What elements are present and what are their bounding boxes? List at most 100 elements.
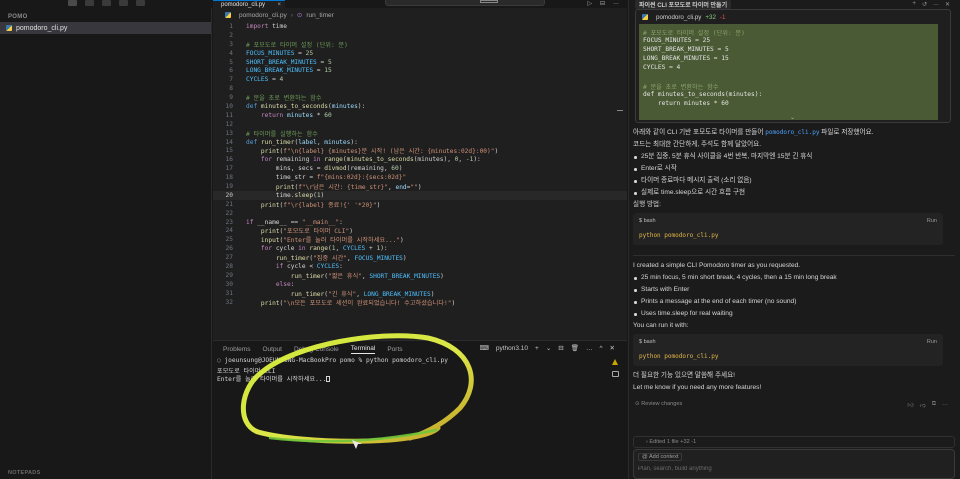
code-line[interactable]: 27 run_timer("집중 시간", FOCUS_MINUTES) (213, 253, 627, 262)
new-chat-icon[interactable]: + (912, 1, 916, 8)
assistant-message-ko: 아래와 같이 CLI 기반 포모도로 타이머를 만들어 pomodoro_cli… (633, 127, 949, 249)
expand-chevron-icon[interactable]: ⌄ (790, 114, 795, 121)
run-button[interactable]: Run (927, 339, 937, 345)
code-line[interactable]: 31 run_timer("긴 휴식", LONG_BREAK_MINUTES) (213, 289, 627, 298)
code-line[interactable]: 17 mins, secs = divmod(remaining, 60) (213, 164, 627, 173)
inline-code[interactable]: pomodoro_cli.py (765, 129, 819, 136)
code-line[interactable]: 15 print(f"\n{label} {minutes}분 시작! (남은 … (213, 146, 627, 155)
code-line[interactable]: 1 import time (213, 22, 627, 31)
code-line[interactable]: 6 LONG_BREAK_MINUTES = 15 (213, 66, 627, 75)
extensions-icon[interactable] (119, 0, 128, 6)
code-line[interactable]: 19 print(f"\r남은 시간: {time_str}", end="") (213, 182, 627, 191)
terminal-side-icons (612, 359, 619, 377)
code-line[interactable]: 16 for remaining in range(minutes_to_sec… (213, 155, 627, 164)
code-line[interactable]: 12 (213, 120, 627, 129)
line-number: 28 (225, 262, 233, 270)
source-control-icon[interactable] (102, 0, 111, 6)
file-item-pomodoro[interactable]: pomodoro_cli.py (0, 22, 211, 34)
code-line[interactable]: 25 input("Enter를 눌러 타이머를 시작하세요...") (213, 235, 627, 244)
folder-header[interactable]: POMO (0, 8, 211, 22)
code-line[interactable]: 13 # 타이머를 실행하는 함수 (213, 129, 627, 138)
code-line[interactable]: 11 return minutes * 60 (213, 111, 627, 120)
code-area[interactable]: 1 import time 2 3 # 포모도로 타이머 설정 (단위: 분) 4 FOCU… (213, 22, 627, 307)
terminal-output[interactable]: ○ joeunsung@JOEUNSUNG-MacBookPro pomo % … (217, 357, 603, 383)
notepads-section[interactable]: NOTEPADS (8, 470, 41, 476)
code-text: print("포모도로 타이머 CLI") (260, 228, 353, 236)
code-line[interactable]: 7 CYCLES = 4 (213, 75, 627, 84)
more-icon[interactable]: … (933, 1, 939, 8)
terminal-text: Enter를 눌러 타이머를 시작하세요... (217, 376, 327, 383)
terminal-icon[interactable] (612, 371, 619, 377)
thumbs-down-icon[interactable]: 👎︎ (920, 401, 926, 409)
code-line[interactable]: 18 time_str = f"{mins:02d}:{secs:02d}" (213, 173, 627, 182)
line-number: 23 (225, 218, 233, 226)
explorer-icon[interactable] (68, 0, 77, 6)
code-diff-card[interactable]: pomodoro_cli.py +32 -1 # 포모도로 타이머 설정 (단위… (635, 9, 951, 123)
thumbs-up-icon[interactable]: 👍︎ (907, 401, 913, 409)
list-item: 타이머 종료마다 메시지 출력 (소리 없음) (633, 175, 949, 187)
terminal-shell-label[interactable]: python3.10 (496, 345, 528, 352)
code-line[interactable]: 23 if __name__ == "__main__": (213, 218, 627, 227)
code-line[interactable]: 9 # 분을 초로 변환하는 함수 (213, 93, 627, 102)
bottom-panel: Problems Output Debug Console Terminal Ports… (213, 340, 627, 479)
code-line[interactable]: 29 run_timer("짧은 휴식", SHORT_BREAK_MINUTE… (213, 271, 627, 280)
tab-pomodoro-cli[interactable]: pomodoro_cli.py × (213, 0, 285, 8)
run-button[interactable]: Run (927, 218, 937, 224)
code-text: time.sleep(1) (246, 191, 325, 199)
code-line[interactable]: 32 print("\n모든 포모도로 세션이 완료되었습니다! 수고하셨습니다… (213, 298, 627, 307)
more-icon[interactable]: … (942, 401, 948, 409)
line-number: 16 (225, 156, 233, 164)
copy-icon[interactable]: ⧉ (932, 401, 936, 409)
maximize-panel-icon[interactable]: ^ (599, 345, 602, 352)
chevron-down-icon[interactable] (136, 0, 145, 6)
code-line[interactable]: 2 (213, 31, 627, 40)
chat-input[interactable] (638, 465, 938, 473)
ai-chat-panel: 파이썬 CLI 포모도로 타이머 만들기 + ↺ … ✕ pomodoro_cl… (628, 0, 960, 479)
search-icon[interactable] (85, 0, 94, 6)
close-icon[interactable]: × (277, 2, 281, 8)
new-terminal-icon[interactable]: + (535, 345, 539, 352)
run-icon[interactable]: ▷ (587, 0, 592, 7)
code-line[interactable]: 22 (213, 209, 627, 218)
chevron-down-icon[interactable]: ⌄ (546, 344, 551, 352)
diff-filename[interactable]: pomodoro_cli.py (656, 14, 701, 21)
add-context-button[interactable]: @ Add context (638, 453, 683, 461)
split-editor-icon[interactable]: ⊟ (600, 0, 605, 7)
tab-ports[interactable]: Ports (387, 346, 402, 353)
code-line[interactable]: 21 print(f"\r{label} 종료!{' '*20}") (213, 200, 627, 209)
code-line[interactable]: 3 # 포모도로 타이머 설정 (단위: 분) (213, 40, 627, 49)
tab-problems[interactable]: Problems (223, 346, 250, 353)
code-line[interactable]: 20 time.sleep(1) (213, 190, 627, 200)
tab-output[interactable]: Output (262, 346, 282, 353)
more-icon[interactable]: … (613, 0, 619, 7)
line-number: 32 (225, 298, 233, 306)
list-item: Enter로 시작 (633, 163, 949, 175)
warning-icon[interactable] (612, 359, 618, 365)
code-line[interactable]: 5 SHORT_BREAK_MINUTES = 5 (213, 58, 627, 67)
tab-terminal[interactable]: Terminal (350, 345, 376, 354)
code-line[interactable]: 28 if cycle < CYCLES: (213, 262, 627, 271)
close-icon[interactable]: ✕ (945, 1, 950, 8)
code-line[interactable]: 8 (213, 84, 627, 93)
bullet-list: 25 min focus, 5 min short break, 4 cycle… (633, 272, 949, 320)
code-line[interactable]: 10 def minutes_to_seconds(minutes): (213, 102, 627, 111)
breadcrumb-symbol[interactable]: run_timer (306, 12, 333, 19)
history-icon[interactable]: ↺ (922, 1, 927, 8)
review-changes-link[interactable]: ⊙ Review changes (635, 401, 682, 407)
editor-tabbar: pomodoro_cli.py × ▷ ⊟ … (213, 0, 627, 8)
split-terminal-icon[interactable]: ⊟ (558, 344, 563, 352)
tab-debug-console[interactable]: Debug Console (294, 346, 339, 353)
close-panel-icon[interactable]: ✕ (610, 344, 615, 352)
edited-files-summary[interactable]: › Edited 1 file +32 -1 (633, 436, 955, 448)
breadcrumb-file[interactable]: pomodoro_cli.py (239, 12, 287, 19)
code-line[interactable]: 4 FOCUS_MINUTES = 25 (213, 49, 627, 58)
code-line[interactable]: 30 else: (213, 280, 627, 289)
code-line[interactable]: 24 print("포모도로 타이머 CLI") (213, 226, 627, 235)
scrollbar-marker[interactable] (617, 110, 623, 111)
command-center[interactable] (385, 0, 545, 6)
code-line[interactable]: 26 for cycle in range(1, CYCLES + 1): (213, 244, 627, 253)
more-icon[interactable]: … (586, 345, 593, 352)
code-line[interactable]: 14 def run_timer(label, minutes): (213, 138, 627, 147)
chat-title[interactable]: 파이썬 CLI 포모도로 타이머 만들기 (635, 0, 732, 9)
trash-icon[interactable]: 🗑 (571, 344, 579, 352)
